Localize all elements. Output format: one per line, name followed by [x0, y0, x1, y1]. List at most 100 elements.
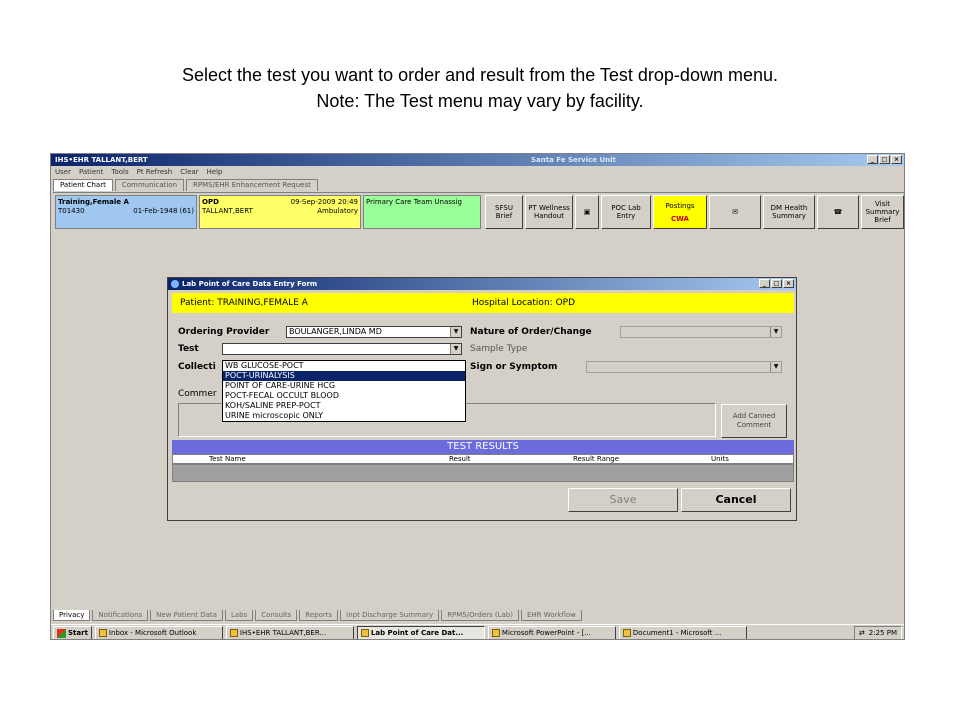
test-option-selected[interactable]: POCT-URINALYSIS	[223, 371, 465, 381]
sample-type-label: Sample Type	[470, 344, 528, 354]
menu-help[interactable]: Help	[207, 166, 223, 178]
tab-rpms-orders-lab[interactable]: RPMS/Orders (Lab)	[441, 610, 519, 621]
nature-of-order-label: Nature of Order/Change	[470, 327, 592, 337]
col-units: Units	[711, 455, 729, 463]
menu-tools[interactable]: Tools	[111, 166, 128, 178]
cancel-button[interactable]: Cancel	[681, 488, 791, 512]
patient-value: TRAINING,FEMALE A	[217, 298, 308, 308]
visit-type: OPD	[202, 198, 219, 206]
minimize-icon[interactable]: _	[867, 155, 878, 164]
chevron-down-icon[interactable]: ▼	[770, 362, 781, 372]
pt-wellness-button[interactable]: PT Wellness Handout	[525, 195, 573, 229]
patient-name: Training,Female A	[58, 198, 129, 206]
results-table-body	[172, 464, 794, 482]
taskbar-item-powerpoint[interactable]: Microsoft PowerPoint - [...	[487, 626, 616, 639]
tab-new-patient-data[interactable]: New Patient Data	[150, 610, 223, 621]
poc-lab-entry-button[interactable]: POC Lab Entry	[601, 195, 651, 229]
test-option[interactable]: KOH/SALINE PREP-POCT	[223, 401, 465, 411]
menu-pt-refresh[interactable]: Pt Refresh	[137, 166, 173, 178]
close-icon[interactable]: ×	[891, 155, 902, 164]
ordering-provider-value: BOULANGER,LINDA MD	[289, 327, 382, 336]
taskbar-item-label: Lab Point of Care Dat...	[370, 629, 464, 637]
sfsu-brief-button[interactable]: SFSU Brief	[485, 195, 523, 229]
tab-privacy[interactable]: Privacy	[53, 610, 91, 621]
tab-enhancement-request[interactable]: RPMS/EHR Enhancement Request	[186, 179, 318, 191]
lab-poc-icon	[360, 629, 369, 637]
notes-icon[interactable]: ✉	[709, 195, 761, 229]
taskbar-item-lab-poc[interactable]: Lab Point of Care Dat...	[356, 626, 485, 639]
test-option[interactable]: URINE microscopic ONLY	[223, 411, 465, 421]
test-select[interactable]: ▼	[222, 343, 462, 355]
taskbar-item-label: IHS•EHR TALLANT,BER...	[239, 629, 327, 637]
test-option[interactable]: POCT-FECAL OCCULT BLOOD	[223, 391, 465, 401]
results-column-headers: Test Name Result Result Range Units	[172, 454, 794, 464]
service-unit-title: Santa Fe Service Unit	[531, 156, 616, 164]
dialog-close-icon[interactable]: ×	[783, 279, 794, 288]
tab-patient-chart[interactable]: Patient Chart	[53, 179, 113, 191]
hospital-label: Hospital Location:	[472, 298, 553, 308]
visit-box[interactable]: OPD 09-Sep-2009 20:49 TALLANT,BERT Ambul…	[199, 195, 361, 229]
system-tray: ⇄ 2:25 PM	[853, 626, 902, 639]
add-canned-comment-button[interactable]: Add Canned Comment	[721, 404, 787, 438]
camera-icon[interactable]: ▣	[575, 195, 599, 229]
chevron-down-icon[interactable]: ▼	[770, 327, 781, 337]
cwa-label: CWA	[671, 214, 689, 223]
tab-labs[interactable]: Labs	[224, 610, 254, 621]
ordering-provider-label: Ordering Provider	[178, 327, 270, 337]
taskbar-item-label: Document1 - Microsoft ...	[632, 629, 722, 637]
visit-mode: Ambulatory	[317, 207, 358, 215]
save-button[interactable]: Save	[568, 488, 678, 512]
phone-icon[interactable]: ☎	[817, 195, 859, 229]
collection-label: Collecti	[178, 362, 216, 372]
sign-symptom-label: Sign or Symptom	[470, 362, 558, 372]
visit-datetime: 09-Sep-2009 20:49	[290, 198, 358, 206]
patient-box[interactable]: Training,Female A T01430 01-Feb-1948 (61…	[55, 195, 197, 229]
test-dropdown-list: WB GLUCOSE-POCT POCT-URINALYSIS POINT OF…	[222, 360, 466, 422]
tab-reports[interactable]: Reports	[299, 610, 339, 621]
test-option[interactable]: WB GLUCOSE-POCT	[223, 361, 465, 371]
caption-line-2: Note: The Test menu may vary by facility…	[316, 91, 644, 111]
tab-consults[interactable]: Consults	[255, 610, 298, 621]
app-title: IHS•EHR TALLANT,BERT	[55, 156, 148, 164]
windows-taskbar: Start Inbox - Microsoft Outlook IHS•EHR …	[51, 624, 904, 639]
nature-of-order-select[interactable]: ▼	[620, 326, 782, 338]
lab-poc-dialog: Lab Point of Care Data Entry Form _ □ × …	[167, 277, 797, 521]
care-team: Primary Care Team Unassig	[366, 198, 462, 206]
dialog-minimize-icon[interactable]: _	[759, 279, 770, 288]
tab-inpt-discharge-summary[interactable]: Inpt Discharge Summary	[340, 610, 440, 621]
slide-caption: Select the test you want to order and re…	[0, 62, 960, 114]
chevron-down-icon[interactable]: ▼	[450, 327, 461, 337]
test-option[interactable]: POINT OF CARE-URINE HCG	[223, 381, 465, 391]
taskbar-item-word[interactable]: Document1 - Microsoft ...	[618, 626, 747, 639]
sign-symptom-select[interactable]: ▼	[586, 361, 782, 373]
chevron-down-icon[interactable]: ▼	[450, 344, 461, 354]
postings-label: Postings	[665, 201, 695, 210]
start-label: Start	[68, 629, 88, 637]
tab-notifications[interactable]: Notifications	[92, 610, 149, 621]
start-button[interactable]: Start	[53, 626, 92, 639]
ordering-provider-select[interactable]: BOULANGER,LINDA MD ▼	[286, 326, 462, 338]
taskbar-item-outlook[interactable]: Inbox - Microsoft Outlook	[94, 626, 223, 639]
menu-clear[interactable]: Clear	[180, 166, 198, 178]
clock: 2:25 PM	[868, 629, 897, 637]
menu-user[interactable]: User	[55, 166, 71, 178]
test-label: Test	[178, 344, 199, 354]
patient-dob: 01-Feb-1948 (61)	[133, 207, 194, 215]
powerpoint-icon	[491, 629, 500, 637]
menu-bar: User Patient Tools Pt Refresh Clear Help	[51, 166, 223, 178]
tab-communication[interactable]: Communication	[114, 179, 185, 191]
dialog-maximize-icon[interactable]: □	[771, 279, 782, 288]
tab-ehr-workflow[interactable]: EHR Workflow	[520, 610, 582, 621]
outlook-icon	[98, 629, 107, 637]
postings-button[interactable]: Postings CWA	[653, 195, 707, 229]
visit-summary-brief-button[interactable]: Visit Summary Brief	[861, 195, 904, 229]
col-test-name: Test Name	[209, 455, 246, 463]
dialog-title: Lab Point of Care Data Entry Form	[182, 280, 318, 288]
network-icon[interactable]: ⇄	[859, 627, 865, 639]
maximize-icon[interactable]: □	[879, 155, 890, 164]
dm-health-summary-button[interactable]: DM Health Summary	[763, 195, 815, 229]
care-team-box[interactable]: Primary Care Team Unassig	[363, 195, 481, 229]
taskbar-item-ehr[interactable]: IHS•EHR TALLANT,BER...	[225, 626, 354, 639]
menu-patient[interactable]: Patient	[79, 166, 103, 178]
patient-label: Patient:	[180, 298, 215, 308]
